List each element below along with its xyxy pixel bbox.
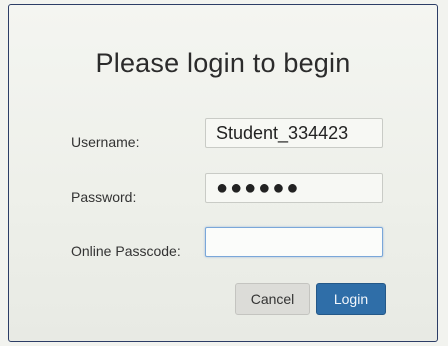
login-dialog: Please login to begin Username: Password… [8,4,438,342]
password-label: Password: [71,189,137,205]
passcode-label: Online Passcode: [71,243,181,259]
login-button[interactable]: Login [316,283,386,315]
dialog-title: Please login to begin [95,48,351,78]
username-label: Username: [71,134,140,150]
cancel-button[interactable]: Cancel [235,283,310,315]
password-field[interactable] [205,173,383,203]
username-field[interactable] [205,118,383,148]
passcode-field[interactable] [205,227,383,257]
